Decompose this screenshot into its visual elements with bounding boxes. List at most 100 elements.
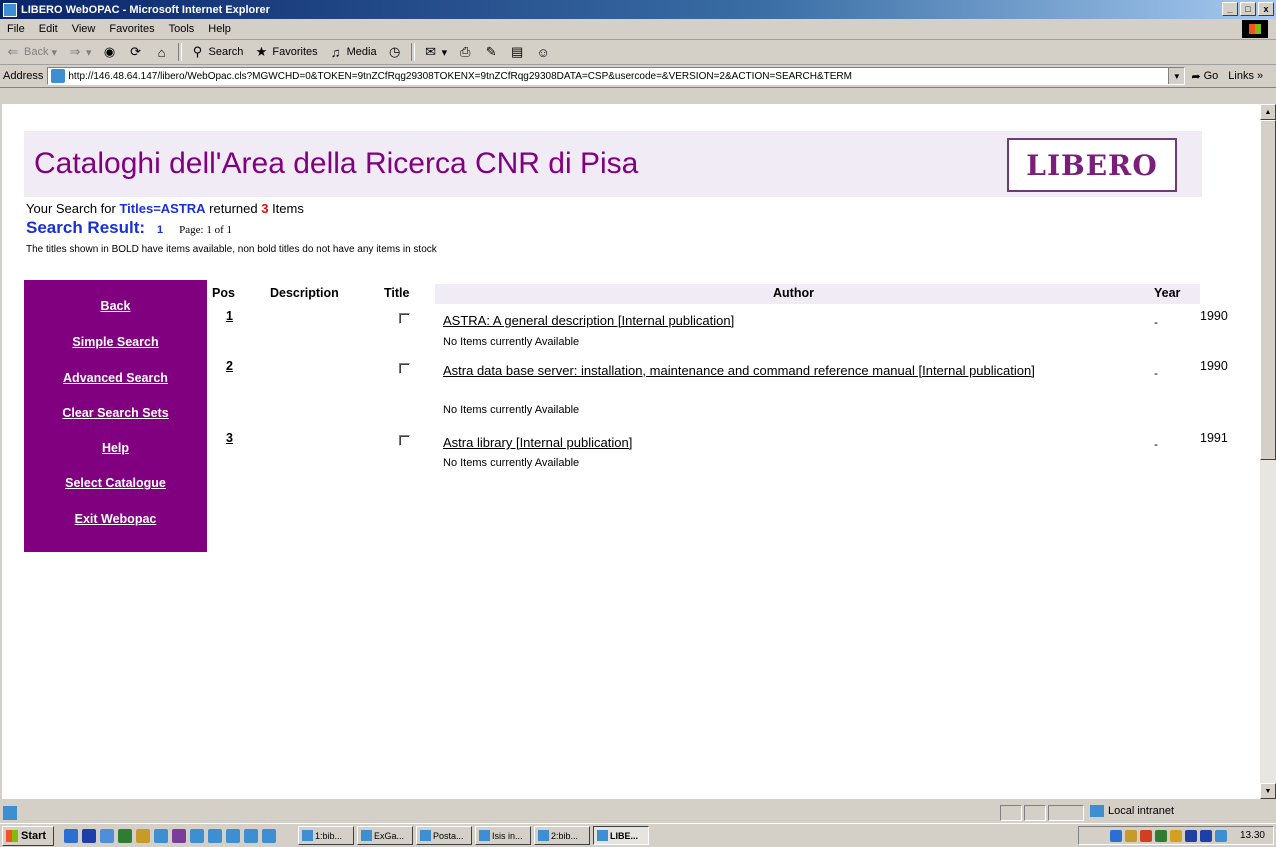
search-summary: Your Search for Titles=ASTRA returned 3 … <box>26 201 304 216</box>
menu-tools[interactable]: Tools <box>162 23 202 35</box>
quicklaunch-icon[interactable] <box>154 828 168 843</box>
row-pos-link[interactable]: 1 <box>226 309 233 323</box>
tray-icon[interactable] <box>1109 829 1122 842</box>
row-pos-link[interactable]: 3 <box>226 431 233 445</box>
menu-view[interactable]: View <box>65 23 103 35</box>
menu-favorites[interactable]: Favorites <box>102 23 161 35</box>
quicklaunch-icon[interactable] <box>118 828 132 843</box>
task-app-icon <box>479 830 490 841</box>
refresh-toolbar-button[interactable]: ⟳ <box>123 44 149 60</box>
quicklaunch-icon[interactable] <box>100 828 114 843</box>
tray-icon[interactable] <box>1214 829 1227 842</box>
quicklaunch-icon[interactable] <box>262 828 276 843</box>
media-toolbar-button[interactable]: ♫ Media <box>323 44 382 60</box>
forward-toolbar-button[interactable]: ⇒ ▾ <box>62 44 97 60</box>
ie-app-icon <box>3 2 17 17</box>
quicklaunch-icon[interactable] <box>190 828 204 843</box>
row-select-checkbox[interactable] <box>399 435 410 446</box>
taskbar-button[interactable]: 2:bib... <box>534 826 590 845</box>
task-app-icon <box>597 830 608 841</box>
sidebar-link-simple-search[interactable]: Simple Search <box>24 335 207 349</box>
sidebar-link-exit-webopac[interactable]: Exit Webopac <box>24 512 207 526</box>
maximize-button[interactable]: □ <box>1240 2 1256 16</box>
scroll-down-icon[interactable]: ▼ <box>1260 783 1276 799</box>
task-buttons: 1:bib... ExGa... Posta... Isis in... 2:b… <box>298 826 649 845</box>
search-toolbar-button[interactable]: ⚲ Search <box>185 44 249 60</box>
minimize-button[interactable]: _ <box>1222 2 1238 16</box>
print-toolbar-button[interactable]: ⎙ <box>452 44 478 60</box>
taskbar-button[interactable]: Isis in... <box>475 826 531 845</box>
row-select-checkbox[interactable] <box>399 363 410 374</box>
row-title-link[interactable]: ASTRA: A general description [Internal p… <box>443 312 1123 329</box>
tray-icon[interactable] <box>1199 829 1212 842</box>
quicklaunch-icon[interactable] <box>226 828 240 843</box>
address-input[interactable]: http://146.48.64.147/libero/WebOpac.cls?… <box>47 67 1186 85</box>
taskbar-button[interactable]: 1:bib... <box>298 826 354 845</box>
row-author: - <box>1154 315 1158 329</box>
row-title-link[interactable]: Astra data base server: installation, ma… <box>443 362 1123 379</box>
sidebar-link-advanced-search[interactable]: Advanced Search <box>24 371 207 385</box>
edit-toolbar-button[interactable]: ✎ <box>478 44 504 60</box>
print-icon: ⎙ <box>459 44 471 59</box>
row-author: - <box>1154 437 1158 451</box>
vertical-scrollbar[interactable]: ▲ ▼ <box>1260 104 1276 799</box>
sidebar-link-clear-search-sets[interactable]: Clear Search Sets <box>24 406 207 420</box>
tray-icon[interactable] <box>1154 829 1167 842</box>
back-toolbar-button[interactable]: ⇐ Back ▾ <box>0 44 62 60</box>
quicklaunch-icon[interactable] <box>244 828 258 843</box>
tray-icon[interactable] <box>1139 829 1152 842</box>
quicklaunch-icon[interactable] <box>136 828 150 843</box>
mail-toolbar-button[interactable]: ✉ ▾ <box>418 44 453 60</box>
row-title-link[interactable]: Astra library [Internal publication] <box>443 434 1123 451</box>
menu-help[interactable]: Help <box>201 23 238 35</box>
favorites-toolbar-label: Favorites <box>272 46 318 58</box>
home-toolbar-button[interactable]: ⌂ <box>149 44 175 60</box>
scroll-up-icon[interactable]: ▲ <box>1260 104 1276 120</box>
quicklaunch-icon[interactable] <box>82 828 96 843</box>
tray-icon[interactable] <box>1169 829 1182 842</box>
quicklaunch-icon[interactable] <box>172 828 186 843</box>
row-select-checkbox[interactable] <box>399 313 410 324</box>
quicklaunch-icon[interactable] <box>64 828 78 843</box>
address-dropdown-icon[interactable]: ▼ <box>1168 68 1185 84</box>
start-button[interactable]: Start <box>2 825 54 846</box>
go-button[interactable]: ➦ Go <box>1185 70 1224 83</box>
column-header-title: Title <box>384 286 410 300</box>
window-controls: _ □ x <box>1222 2 1274 16</box>
search-suffix: Items <box>268 201 304 216</box>
quicklaunch-icon[interactable] <box>208 828 222 843</box>
page-title: Cataloghi dell'Area della Ricerca CNR di… <box>34 147 639 180</box>
sidebar-link-select-catalogue[interactable]: Select Catalogue <box>24 476 207 490</box>
history-toolbar-button[interactable]: ◷ <box>382 44 408 60</box>
result-page-link[interactable]: 1 <box>157 224 163 236</box>
task-app-icon <box>420 830 431 841</box>
window-titlebar[interactable]: LIBERO WebOPAC - Microsoft Internet Expl… <box>0 0 1276 19</box>
taskbar-button[interactable]: Posta... <box>416 826 472 845</box>
author-header-band <box>435 284 1200 304</box>
favorites-toolbar-button[interactable]: ★ Favorites <box>248 44 322 60</box>
row-pos-link[interactable]: 2 <box>226 359 233 373</box>
taskbar-button-label: 1:bib... <box>315 830 343 841</box>
sidebar-link-back[interactable]: Back <box>24 299 207 313</box>
menu-file[interactable]: File <box>0 23 32 35</box>
close-button[interactable]: x <box>1258 2 1274 16</box>
messenger-toolbar-button[interactable]: ☺ <box>530 44 556 60</box>
stop-icon: ◉ <box>103 44 116 59</box>
scroll-thumb[interactable] <box>1260 120 1276 460</box>
taskbar-button[interactable]: ExGa... <box>357 826 413 845</box>
tray-icon[interactable] <box>1124 829 1137 842</box>
favorites-icon: ★ <box>255 44 268 59</box>
row-availability: No Items currently Available <box>443 457 580 469</box>
status-pane <box>1024 805 1046 821</box>
taskbar-button-active[interactable]: LIBE... <box>593 826 649 845</box>
links-button[interactable]: Links » <box>1224 70 1267 82</box>
security-zone-label: Local intranet <box>1108 805 1175 817</box>
search-prefix: Your Search for <box>26 201 120 216</box>
discuss-toolbar-button[interactable]: ▤ <box>504 44 530 60</box>
sidebar-link-help[interactable]: Help <box>24 441 207 455</box>
menu-edit[interactable]: Edit <box>32 23 65 35</box>
media-icon: ♫ <box>330 44 341 60</box>
mail-icon: ✉ <box>425 44 437 59</box>
stop-toolbar-button[interactable]: ◉ <box>97 44 123 60</box>
tray-icon[interactable] <box>1184 829 1197 842</box>
